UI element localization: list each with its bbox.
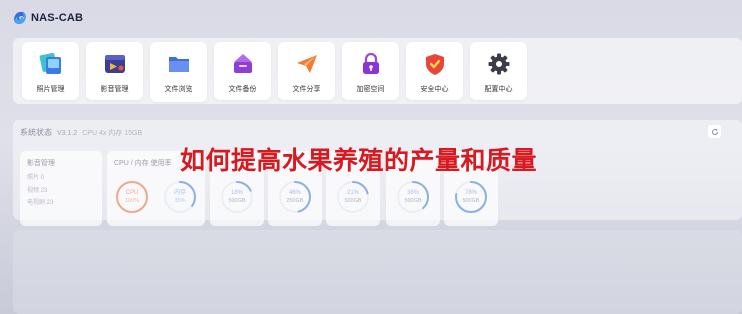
media-stat-series: 电视剧 23 <box>27 200 54 206</box>
cpu-memory-info: CPU 4x 内存 15GB <box>82 130 143 137</box>
app-encrypted-space[interactable]: 加密空间 <box>342 42 399 100</box>
version-label: V3.1.2 <box>57 130 78 137</box>
folder-icon <box>168 57 189 72</box>
disk-percent: 21% <box>346 190 359 196</box>
disk-percent: 46% <box>288 190 301 196</box>
memory-gauge-value: 35% <box>174 198 186 204</box>
app-file-browser[interactable]: 文件浏览 <box>150 42 207 102</box>
status-title: 系统状态 <box>20 128 52 137</box>
disk-percent: 78% <box>464 190 477 196</box>
app-security-center[interactable]: 安全中心 <box>406 42 463 100</box>
memory-gauge-ring <box>164 181 196 213</box>
cpu-gauge-value: 100% <box>124 198 140 204</box>
disk-gauge-ring <box>221 181 253 213</box>
memory-gauge-label: 内存 <box>173 190 186 196</box>
app-label: 照片管理 <box>36 86 65 93</box>
app-label: 文件浏览 <box>164 86 193 93</box>
app-label: 影音管理 <box>100 86 129 93</box>
usage-title: CPU / 内存 使用率 <box>114 160 172 167</box>
app-photo-manager[interactable]: 照片管理 <box>22 42 79 100</box>
app-media-manager[interactable]: 影音管理 <box>86 42 143 100</box>
media-stat-photos: 照片 0 <box>27 175 45 181</box>
cpu-gauge-label: CPU <box>125 190 139 196</box>
disk-size: 500GB <box>462 198 480 204</box>
app-label: 文件备份 <box>228 86 257 93</box>
disk-percent: 38% <box>406 190 419 196</box>
photos-icon <box>39 52 61 74</box>
app-config-center[interactable]: 配置中心 <box>470 42 527 100</box>
disk-gauge: 78% 500GB <box>454 180 488 214</box>
lower-panel <box>13 230 742 314</box>
headline-overlay: 如何提高水果养殖的产量和质量 <box>180 146 538 175</box>
disk-gauge-ring <box>279 181 311 213</box>
app-launcher-panel: 照片管理 影音管理 文件浏览 文件备份 文件分享 加密空间 安全中心 配置中心 <box>13 38 742 104</box>
brand-name: NAS-CAB <box>31 12 84 24</box>
disk-gauge-ring <box>337 181 369 213</box>
disk-gauge: 21% 500GB <box>336 180 370 214</box>
lock-icon <box>362 52 379 74</box>
media-stat-videos: 视频 23 <box>27 187 48 194</box>
app-file-share[interactable]: 文件分享 <box>278 42 335 100</box>
app-label: 文件分享 <box>292 86 321 93</box>
media-icon <box>104 55 125 73</box>
disk-percent: 18% <box>230 190 243 196</box>
app-label: 配置中心 <box>484 86 513 93</box>
disk-gauge: 38% 500GB <box>396 180 430 214</box>
app-label: 安全中心 <box>420 86 449 93</box>
disk-size: 500GB <box>228 198 246 204</box>
gear-icon <box>488 53 509 75</box>
disk-gauge-ring <box>455 181 487 213</box>
app-label: 加密空间 <box>356 86 385 93</box>
backup-icon <box>233 54 252 73</box>
disk-size: 500GB <box>344 198 362 204</box>
refresh-button[interactable] <box>708 125 721 138</box>
disk-size: 250GB <box>286 198 304 204</box>
media-card-title: 影音管理 <box>27 160 55 167</box>
shield-icon <box>425 54 444 75</box>
refresh-icon <box>711 128 718 135</box>
cpu-gauge-ring <box>116 181 148 213</box>
top-bar: NAS-CAB <box>0 0 742 36</box>
disk-gauge: 46% 250GB <box>278 180 312 214</box>
disk-gauge-ring <box>397 181 429 213</box>
cpu-gauge: CPU 100% <box>115 180 149 214</box>
disk-size: 500GB <box>404 198 422 204</box>
share-icon <box>296 55 317 73</box>
disk-gauge: 18% 500GB <box>220 180 254 214</box>
media-stats-card[interactable]: 影音管理 照片 0 视频 23 电视剧 23 <box>20 151 102 226</box>
memory-gauge: 内存 35% <box>163 180 197 214</box>
nas-cab-logo-icon <box>14 11 26 25</box>
app-file-backup[interactable]: 文件备份 <box>214 42 271 100</box>
